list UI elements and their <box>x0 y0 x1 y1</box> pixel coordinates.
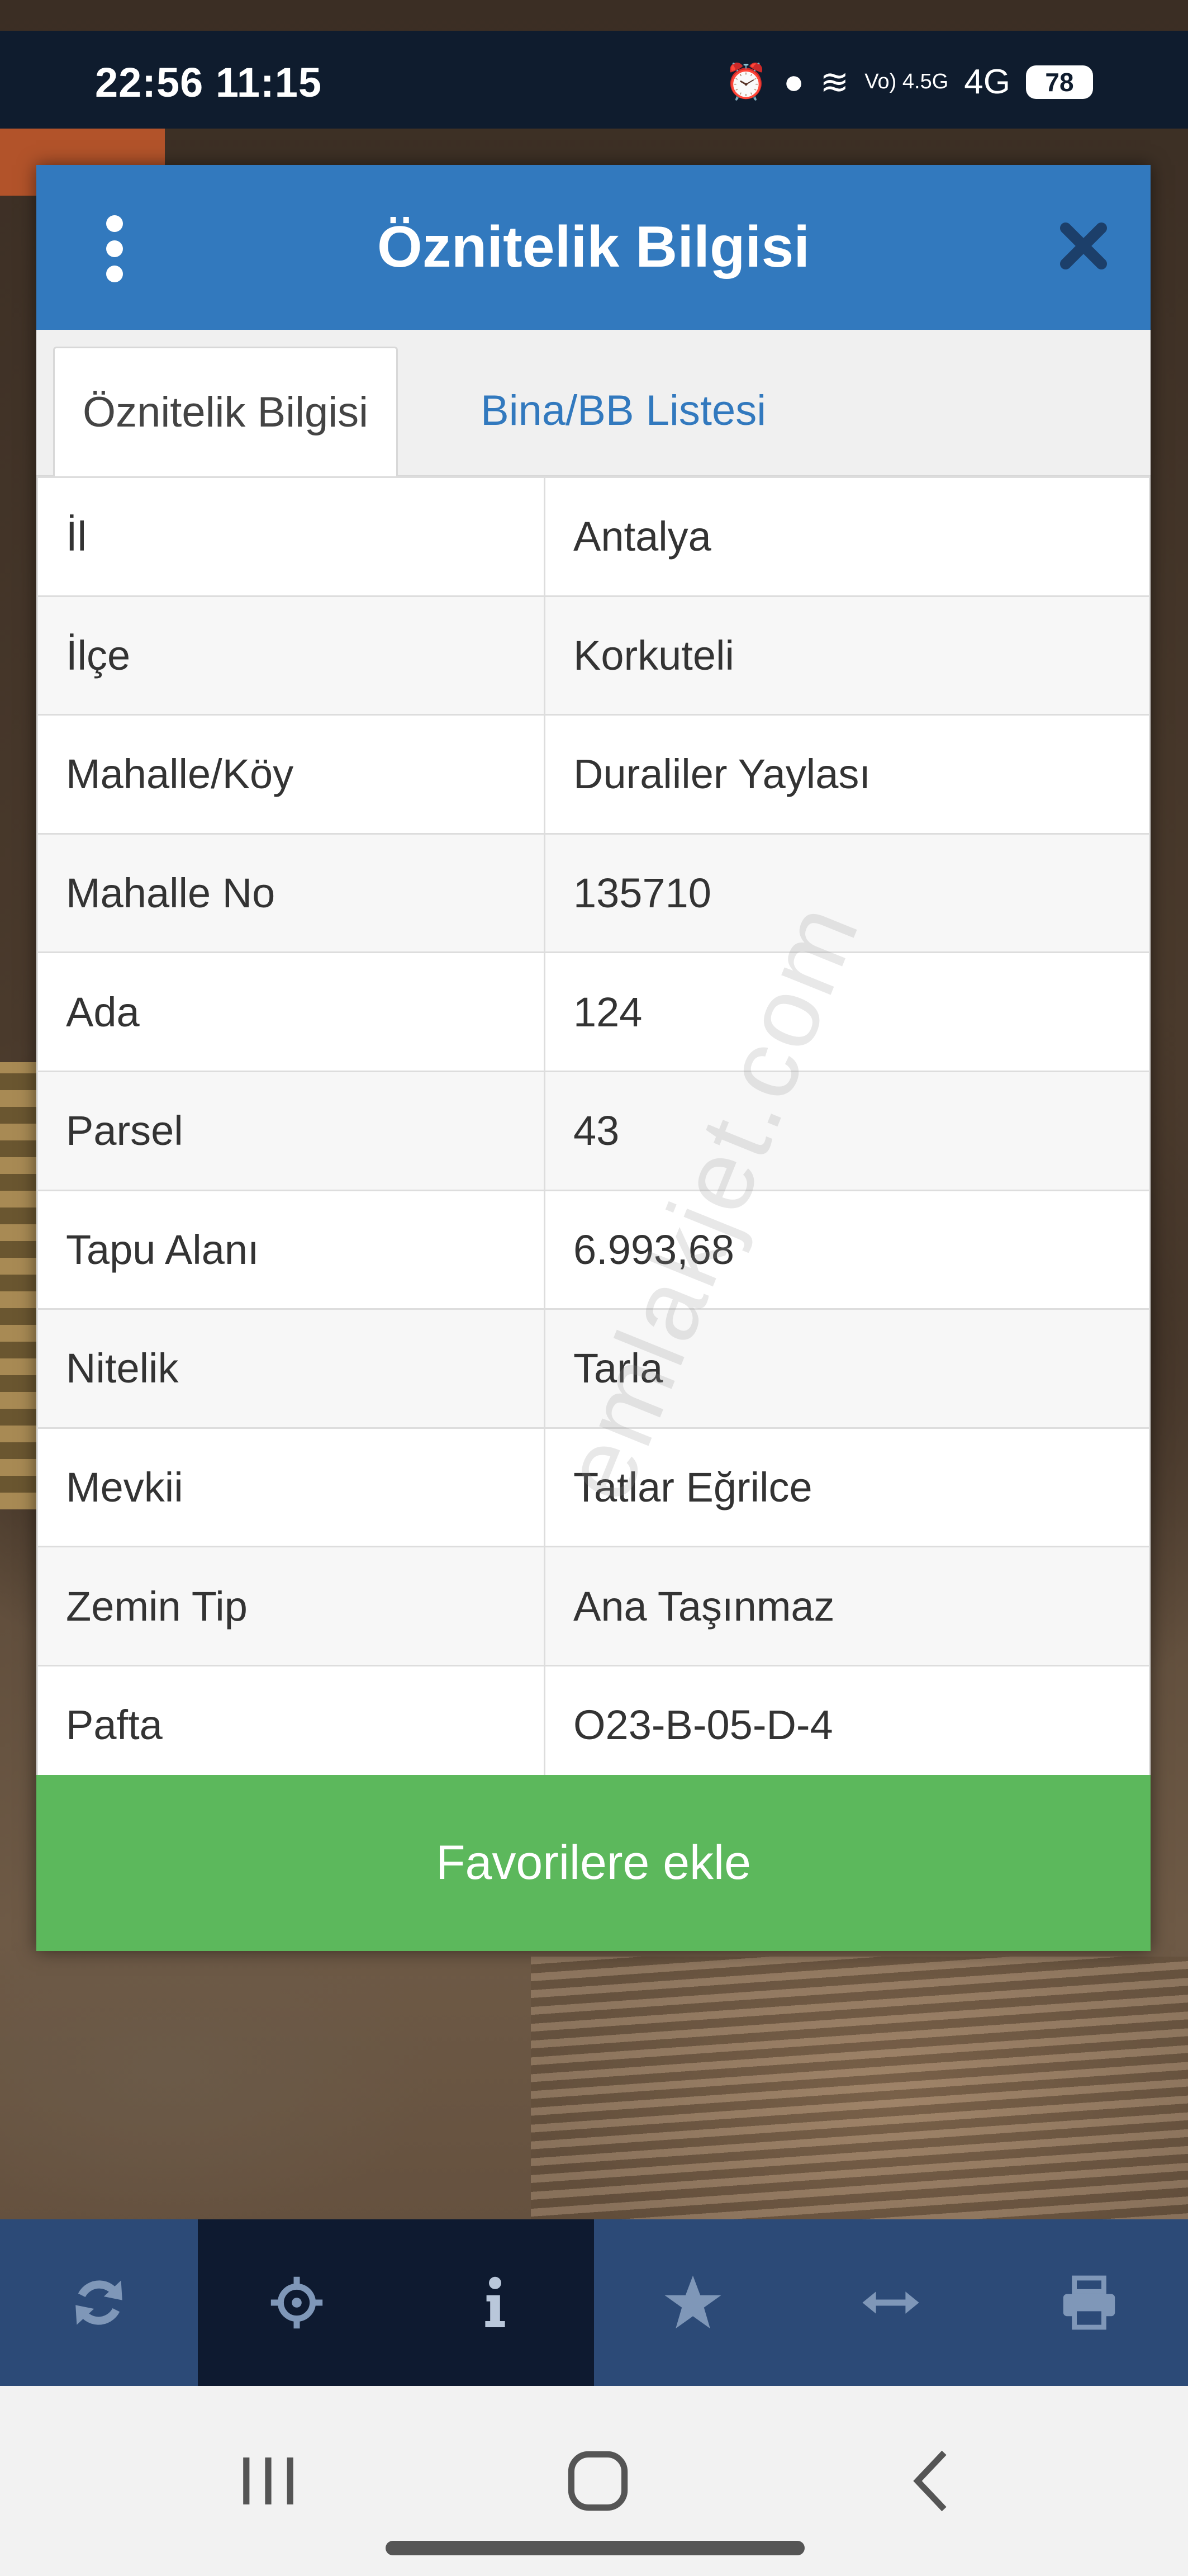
attribute-key: Mahalle/Köy <box>36 714 545 835</box>
attribute-key: Pafta <box>36 1664 545 1786</box>
table-row: İl Antalya <box>36 476 1151 597</box>
table-row: Mevkii Tatlar Eğrilce <box>36 1427 1151 1548</box>
back-icon[interactable] <box>894 2442 972 2520</box>
attribute-table: İl Antalya İlçe Korkuteli Mahalle/Köy Du… <box>36 476 1151 1786</box>
attribute-value: 43 <box>544 1070 1151 1191</box>
attribute-key: Nitelik <box>36 1308 545 1429</box>
gesture-handle[interactable] <box>386 2541 805 2555</box>
attribute-value: 135710 <box>544 832 1151 954</box>
print-button[interactable] <box>990 2219 1188 2386</box>
attribute-value: Ana Taşınmaz <box>544 1546 1151 1666</box>
table-row: Nitelik Tarla <box>36 1308 1151 1429</box>
attribute-key: İl <box>36 476 545 597</box>
tab-bar: Öznitelik Bilgisi Bina/BB Listesi <box>36 330 1151 479</box>
location-icon: ● <box>783 63 805 101</box>
locate-button[interactable] <box>198 2219 396 2386</box>
table-row: Mahalle/Köy Duraliler Yaylası <box>36 714 1151 835</box>
table-row: Zemin Tip Ana Taşınmaz <box>36 1546 1151 1666</box>
recent-apps-icon[interactable] <box>229 2442 307 2520</box>
attribute-key: Zemin Tip <box>36 1546 545 1666</box>
refresh-button[interactable] <box>0 2219 198 2386</box>
status-bar: 22:56 11:15 ⏰ ● ≋ Vo) 4.5G 4G 78 <box>0 31 1188 129</box>
info-button[interactable] <box>396 2219 594 2386</box>
locate-icon <box>271 2276 323 2329</box>
status-time: 22:56 11:15 <box>95 59 322 106</box>
status-indicators: ⏰ ● ≋ Vo) 4.5G 4G 78 <box>725 61 1093 102</box>
attribute-value: 124 <box>544 951 1151 1072</box>
print-icon <box>1063 2275 1115 2330</box>
attribute-key: Mevkii <box>36 1427 545 1548</box>
attribute-value: 6.993,68 <box>544 1189 1151 1310</box>
wifi-icon: ≋ <box>820 63 849 102</box>
signal-label: Vo) 4.5G <box>864 70 949 93</box>
table-row: İlçe Korkuteli <box>36 595 1151 716</box>
tab-building-list[interactable]: Bina/BB Listesi <box>453 347 794 475</box>
info-icon <box>485 2276 505 2327</box>
map-field-strip <box>0 1062 39 1509</box>
dialog-header: Öznitelik Bilgisi <box>36 165 1151 330</box>
tab-attribute-info[interactable]: Öznitelik Bilgisi <box>53 347 398 479</box>
close-icon[interactable] <box>1056 218 1111 274</box>
attribute-value: Korkuteli <box>544 595 1151 716</box>
attribute-key: Ada <box>36 951 545 1072</box>
attribute-value: Tatlar Eğrilce <box>544 1427 1151 1548</box>
table-row: Tapu Alanı 6.993,68 <box>36 1189 1151 1310</box>
refresh-icon <box>75 2280 122 2325</box>
table-row: Pafta O23-B-05-D-4 <box>36 1664 1151 1786</box>
measure-icon <box>862 2291 920 2314</box>
battery-indicator: 78 <box>1026 65 1093 99</box>
attribute-key: Tapu Alanı <box>36 1189 545 1310</box>
attribute-value: O23-B-05-D-4 <box>544 1664 1151 1786</box>
map-toolbar <box>0 2219 1188 2386</box>
table-row: Mahalle No 135710 <box>36 832 1151 954</box>
attribute-value: Antalya <box>544 476 1151 597</box>
table-row: Ada 124 <box>36 951 1151 1072</box>
attribute-key: Parsel <box>36 1070 545 1191</box>
attribute-key: İlçe <box>36 595 545 716</box>
add-to-favorites-button[interactable]: Favorilere ekle <box>36 1775 1151 1951</box>
map-field-pattern <box>531 1957 1188 2219</box>
favorites-button[interactable] <box>594 2219 792 2386</box>
alarm-icon: ⏰ <box>724 63 768 101</box>
network-type: 4G <box>964 63 1010 101</box>
attribute-value: Duraliler Yaylası <box>544 714 1151 835</box>
measure-button[interactable] <box>792 2219 990 2386</box>
star-icon <box>664 2275 721 2329</box>
table-row: Parsel 43 <box>36 1070 1151 1191</box>
home-icon[interactable] <box>559 2442 637 2520</box>
attribute-dialog: Öznitelik Bilgisi Öznitelik Bilgisi Bina… <box>36 165 1151 1951</box>
attribute-key: Mahalle No <box>36 832 545 954</box>
attribute-value: Tarla <box>544 1308 1151 1429</box>
dialog-title: Öznitelik Bilgisi <box>377 215 810 280</box>
